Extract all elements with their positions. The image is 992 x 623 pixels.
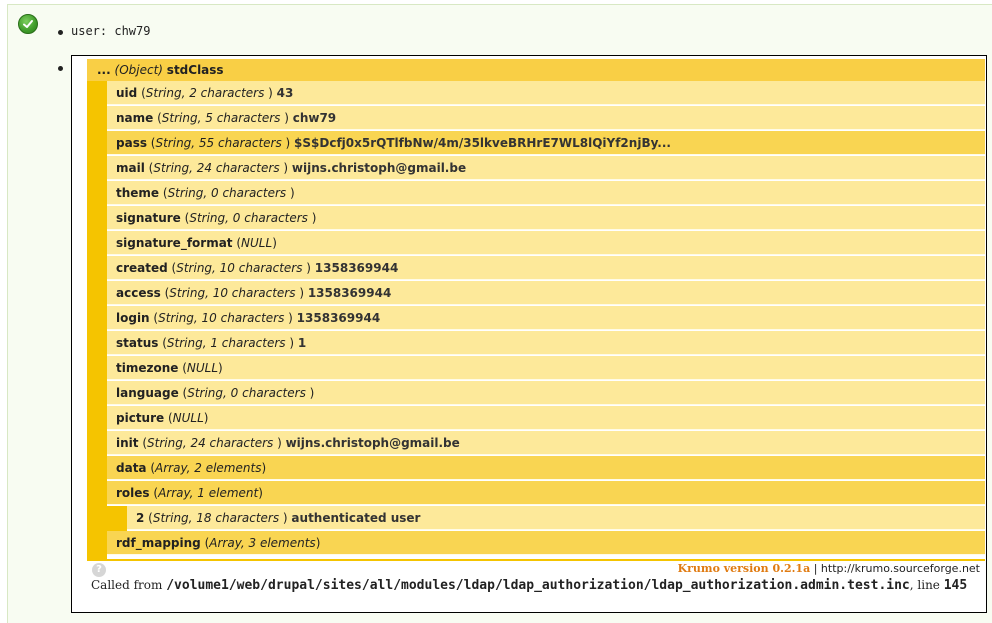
row-value: 1	[297, 336, 307, 350]
row-type: String, 0 characters	[187, 386, 310, 400]
line-number: 145	[943, 578, 968, 593]
called-from-label: Called from	[91, 578, 167, 592]
row-type: String, 5 characters	[161, 111, 285, 125]
row-type: String, 10 characters	[158, 311, 289, 325]
nesting-bar	[87, 81, 107, 559]
table-row[interactable]: signature (String, 0 characters )	[107, 206, 985, 230]
table-row[interactable]: pass (String, 55 characters ) $S$Dcfj0x5…	[107, 131, 985, 155]
krumo-dump: ... (Object) stdClass uid (String, 2 cha…	[71, 55, 987, 613]
list-bullet-icon	[58, 66, 63, 71]
row-type: NULL	[172, 411, 204, 425]
row-key: data	[116, 461, 147, 475]
row-type: Array, 3 elements	[209, 536, 316, 550]
row-key: init	[116, 436, 139, 450]
row-key: created	[116, 261, 168, 275]
row-key: status	[116, 336, 159, 350]
help-icon[interactable]: ?	[92, 563, 106, 577]
row-type: String, 0 characters	[189, 211, 312, 225]
row-type: String, 0 characters	[167, 186, 290, 200]
row-value: authenticated user	[291, 511, 421, 525]
row-type: String, 10 characters	[176, 261, 307, 275]
table-row[interactable]: timezone (NULL)	[107, 356, 985, 380]
row-key: login	[116, 311, 150, 325]
row-value: 1358369944	[307, 286, 392, 300]
root-class: stdClass	[166, 63, 224, 77]
version-separator: |	[810, 562, 821, 575]
row-key: signature	[116, 211, 181, 225]
table-row[interactable]: picture (NULL)	[107, 406, 985, 430]
row-type: String, 18 characters	[152, 511, 283, 525]
row-key: 2	[136, 511, 145, 525]
row-value: 1358369944	[314, 261, 399, 275]
row-type: Array, 2 elements	[155, 461, 262, 475]
row-type: NULL	[241, 236, 273, 250]
table-row[interactable]: rdf_mapping (Array, 3 elements)	[107, 531, 985, 555]
row-key: timezone	[116, 361, 179, 375]
root-object-row[interactable]: ... (Object) stdClass	[87, 59, 985, 81]
row-key: access	[116, 286, 161, 300]
table-row[interactable]: created (String, 10 characters ) 1358369…	[107, 256, 985, 280]
table-row[interactable]: data (Array, 2 elements)	[107, 456, 985, 480]
table-row[interactable]: access (String, 10 characters ) 13583699…	[107, 281, 985, 305]
row-key: mail	[116, 161, 145, 175]
row-value: wijns.christoph@gmail.be	[291, 161, 467, 175]
row-type: Array, 1 element	[158, 486, 259, 500]
row-type: String, 10 characters	[169, 286, 300, 300]
line-label: , line	[909, 578, 944, 592]
krumo-url-link[interactable]: http://krumo.sourceforge.net	[821, 562, 980, 575]
table-row[interactable]: uid (String, 2 characters ) 43	[107, 81, 985, 105]
table-row[interactable]: roles (Array, 1 element)	[107, 481, 985, 505]
row-value: 43	[276, 86, 294, 100]
table-row[interactable]: 2 (String, 18 characters ) authenticated…	[127, 506, 985, 530]
krumo-version: Krumo version 0.2.1a | http://krumo.sour…	[678, 562, 980, 575]
table-row[interactable]: mail (String, 24 characters ) wijns.chri…	[107, 156, 985, 180]
row-value: 1358369944	[296, 311, 381, 325]
table-row[interactable]: login (String, 10 characters ) 135836994…	[107, 306, 985, 330]
row-key: roles	[116, 486, 150, 500]
table-row[interactable]: init (String, 24 characters ) wijns.chri…	[107, 431, 985, 455]
called-from: Called from /volume1/web/drupal/sites/al…	[91, 578, 967, 593]
row-value: $S$Dcfj0x5rQTlfbNw/4m/35lkveBRHrE7WL8lQi…	[294, 136, 671, 150]
root-type: (Object)	[114, 63, 163, 77]
row-type: String, 1 characters	[166, 336, 290, 350]
row-value: chw79	[292, 111, 337, 125]
row-key: name	[116, 111, 154, 125]
table-row[interactable]: name (String, 5 characters ) chw79	[107, 106, 985, 130]
table-row[interactable]: theme (String, 0 characters )	[107, 181, 985, 205]
row-key: signature_format	[116, 236, 233, 250]
list-bullet-icon	[58, 30, 63, 35]
table-row[interactable]: status (String, 1 characters ) 1	[107, 331, 985, 355]
row-type: String, 24 characters	[147, 436, 278, 450]
row-key: rdf_mapping	[116, 536, 201, 550]
row-key: theme	[116, 186, 160, 200]
row-value: wijns.christoph@gmail.be	[285, 436, 460, 450]
table-row[interactable]: signature_format (NULL)	[107, 231, 985, 255]
row-key: uid	[116, 86, 138, 100]
row-type: String, 2 characters	[145, 86, 269, 100]
row-type: String, 24 characters	[153, 161, 284, 175]
called-from-path: /volume1/web/drupal/sites/all/modules/ld…	[166, 578, 910, 593]
nesting-bar-inner	[107, 506, 127, 531]
row-type: NULL	[186, 361, 219, 375]
footer-divider	[87, 559, 985, 561]
row-key: picture	[116, 411, 165, 425]
root-ellipsis: ...	[97, 63, 111, 77]
status-ok-icon	[18, 14, 38, 34]
row-key: pass	[116, 136, 147, 150]
user-line: user: chw79	[71, 24, 151, 38]
row-key: language	[116, 386, 179, 400]
row-type: String, 55 characters	[155, 136, 286, 150]
krumo-brand-link[interactable]: Krumo version 0.2.1a	[678, 562, 811, 575]
table-row[interactable]: language (String, 0 characters )	[107, 381, 985, 405]
